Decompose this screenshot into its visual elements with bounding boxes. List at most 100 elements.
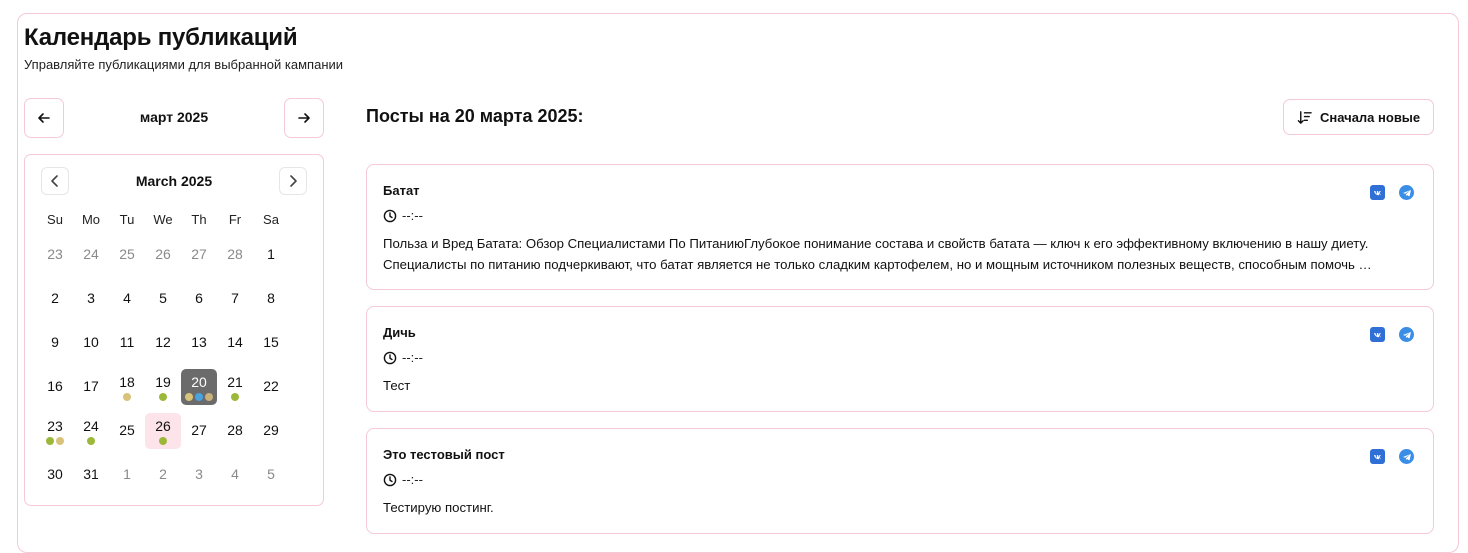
calendar-day[interactable]: 25: [109, 237, 145, 273]
post-indicator-dots: [46, 437, 64, 445]
calendar-day-number: 6: [195, 290, 203, 306]
page-subtitle: Управляйте публикациями для выбранной ка…: [24, 57, 344, 72]
calendar-day-number: 24: [83, 418, 99, 434]
calendar-day-number: 23: [47, 418, 63, 434]
post-indicator-dot: [205, 393, 213, 401]
calendar-week-row: 23 24 25 26 27 28 1: [37, 237, 313, 281]
calendar-day[interactable]: 13: [181, 325, 217, 361]
calendar-next-button[interactable]: [279, 167, 307, 195]
calendar-day-number: 17: [83, 378, 99, 394]
calendar-day[interactable]: 23: [37, 237, 73, 273]
calendar-day[interactable]: 28: [217, 413, 253, 449]
telegram-icon[interactable]: [1399, 185, 1414, 200]
calendar-week-row: 16 17 18 19 20 21 22: [37, 369, 313, 413]
calendar-day[interactable]: 27: [181, 413, 217, 449]
calendar-day-selected[interactable]: 20: [181, 369, 217, 405]
calendar-day[interactable]: 7: [217, 281, 253, 317]
calendar-prev-button[interactable]: [41, 167, 69, 195]
calendar-day[interactable]: 21: [217, 369, 253, 405]
post-indicator-dots: [159, 437, 167, 445]
calendar-day[interactable]: 8: [253, 281, 289, 317]
calendar-day-number: 26: [155, 246, 171, 262]
calendar-day-number: 3: [87, 290, 95, 306]
calendar-day[interactable]: 3: [73, 281, 109, 317]
post-title: Это тестовый пост: [383, 447, 505, 462]
chevron-right-icon: [290, 175, 297, 187]
calendar-title: March 2025: [135, 173, 213, 189]
calendar-day[interactable]: 6: [181, 281, 217, 317]
calendar-day[interactable]: 22: [253, 369, 289, 405]
calendar-day[interactable]: 24: [73, 413, 109, 449]
calendar-day[interactable]: 14: [217, 325, 253, 361]
page-title: Календарь публикаций: [24, 24, 298, 51]
calendar-widget: March 2025 Su Mo Tu We Th Fr Sa 23 24 25 26 27 28 1 2…: [24, 154, 324, 506]
post-indicator-dot: [159, 437, 167, 445]
chevron-left-icon: [51, 175, 58, 187]
post-title: Дичь: [383, 325, 416, 340]
vk-icon[interactable]: [1370, 327, 1385, 342]
calendar-day-number: 27: [191, 246, 207, 262]
telegram-icon[interactable]: [1399, 449, 1414, 464]
prev-month-button[interactable]: [24, 98, 64, 138]
calendar-day[interactable]: 4: [109, 281, 145, 317]
post-indicator-dots: [159, 393, 167, 401]
calendar-day-number: 30: [47, 466, 63, 482]
weekday-header-row: Su Mo Tu We Th Fr Sa: [37, 212, 313, 227]
calendar-day[interactable]: 27: [181, 237, 217, 273]
next-month-button[interactable]: [284, 98, 324, 138]
calendar-day-number: 4: [123, 290, 131, 306]
calendar-day[interactable]: 12: [145, 325, 181, 361]
calendar-day[interactable]: 17: [73, 369, 109, 405]
post-time-value: --:--: [402, 472, 423, 487]
calendar-day[interactable]: 29: [253, 413, 289, 449]
calendar-day-number: 27: [191, 422, 207, 438]
weekday-label: Mo: [81, 212, 101, 227]
calendar-day[interactable]: 16: [37, 369, 73, 405]
calendar-day[interactable]: 5: [145, 281, 181, 317]
calendar-day[interactable]: 25: [109, 413, 145, 449]
calendar-day[interactable]: 24: [73, 237, 109, 273]
calendar-day-number: 21: [227, 374, 243, 390]
calendar-day-number: 16: [47, 378, 63, 394]
calendar-day[interactable]: 1: [253, 237, 289, 273]
calendar-day-number: 11: [119, 334, 135, 350]
calendar-day[interactable]: 2: [145, 457, 181, 493]
post-indicator-dot: [46, 437, 54, 445]
calendar-day-number: 12: [155, 334, 171, 350]
calendar-day[interactable]: 23: [37, 413, 73, 449]
calendar-day[interactable]: 26: [145, 237, 181, 273]
post-card[interactable]: Это тестовый пост --:-- Тестирую постинг.: [366, 428, 1434, 534]
calendar-day[interactable]: 5: [253, 457, 289, 493]
calendar-day[interactable]: 3: [181, 457, 217, 493]
post-card[interactable]: Батат --:-- Польза и Вред Батата: Обзор Сп…: [366, 164, 1434, 290]
calendar-day[interactable]: 19: [145, 369, 181, 405]
calendar-day[interactable]: 4: [217, 457, 253, 493]
sort-newest-first-button[interactable]: Сначала новые: [1283, 99, 1434, 135]
calendar-day[interactable]: 9: [37, 325, 73, 361]
calendar-day[interactable]: 10: [73, 325, 109, 361]
vk-icon[interactable]: [1370, 185, 1385, 200]
vk-icon[interactable]: [1370, 449, 1385, 464]
clock-icon: [383, 209, 397, 222]
calendar-day[interactable]: 15: [253, 325, 289, 361]
calendar-day-number: 24: [83, 246, 99, 262]
weekday-label: Th: [191, 212, 207, 227]
calendar-day[interactable]: 18: [109, 369, 145, 405]
calendar-day[interactable]: 30: [37, 457, 73, 493]
telegram-icon[interactable]: [1399, 327, 1414, 342]
calendar-day[interactable]: 11: [109, 325, 145, 361]
calendar-day-number: 28: [227, 422, 243, 438]
calendar-day[interactable]: 2: [37, 281, 73, 317]
clock-icon: [383, 473, 397, 486]
arrow-left-icon: [38, 113, 50, 123]
post-card[interactable]: Дичь --:-- Тест: [366, 306, 1434, 412]
post-time-value: --:--: [402, 350, 423, 365]
calendar-day-number: 22: [263, 378, 279, 394]
post-body: Тест: [383, 378, 411, 393]
weekday-label: We: [153, 212, 173, 227]
calendar-day[interactable]: 31: [73, 457, 109, 493]
calendar-day-today[interactable]: 26: [145, 413, 181, 449]
calendar-day-number: 13: [191, 334, 207, 350]
calendar-day[interactable]: 1: [109, 457, 145, 493]
calendar-day[interactable]: 28: [217, 237, 253, 273]
